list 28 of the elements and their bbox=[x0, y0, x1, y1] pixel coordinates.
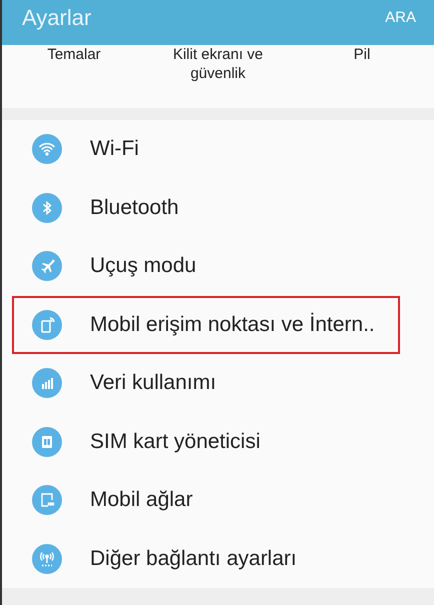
item-label: Diğer bağlantı ayarları bbox=[90, 546, 297, 571]
item-label: Uçuş modu bbox=[90, 254, 196, 278]
shortcut-label[interactable]: Kilit ekranı ve güvenlik bbox=[146, 45, 290, 83]
phone-signal-icon bbox=[32, 310, 62, 340]
item-label: Mobil ağlar bbox=[90, 488, 193, 512]
antenna-icon bbox=[32, 544, 62, 574]
shortcut-label[interactable]: Temalar bbox=[27, 45, 121, 64]
bluetooth-icon bbox=[32, 192, 62, 223]
wifi-icon bbox=[32, 134, 62, 164]
settings-item[interactable]: Veri kullanımı bbox=[12, 354, 400, 412]
shortcut-label[interactable]: Pil bbox=[334, 45, 390, 64]
item-label: SIM kart yöneticisi bbox=[90, 430, 260, 454]
settings-item[interactable]: Uçuş modu bbox=[12, 237, 400, 296]
tablet-signal-icon bbox=[32, 485, 62, 516]
settings-item[interactable]: Bluetooth bbox=[12, 178, 400, 237]
item-label: Veri kullanımı bbox=[90, 371, 216, 396]
settings-item[interactable]: Mobil erişim noktası ve İntern.. bbox=[12, 296, 400, 354]
item-label: Mobil erişim noktası ve İntern.. bbox=[90, 312, 375, 337]
settings-item[interactable]: Wi-Fi bbox=[12, 120, 400, 178]
settings-item[interactable]: SIM kart yöneticisi bbox=[12, 412, 400, 471]
item-label: Bluetooth bbox=[90, 196, 179, 220]
item-label: Wi-Fi bbox=[90, 137, 139, 162]
screen-title: Ayarlar bbox=[22, 4, 92, 30]
settings-item[interactable]: Diğer bağlantı ayarları bbox=[12, 530, 400, 588]
bar-chart-icon bbox=[32, 368, 62, 398]
settings-item[interactable]: Mobil ağlar bbox=[12, 471, 400, 530]
airplane-icon bbox=[32, 251, 62, 282]
sim-card-icon bbox=[32, 426, 62, 457]
